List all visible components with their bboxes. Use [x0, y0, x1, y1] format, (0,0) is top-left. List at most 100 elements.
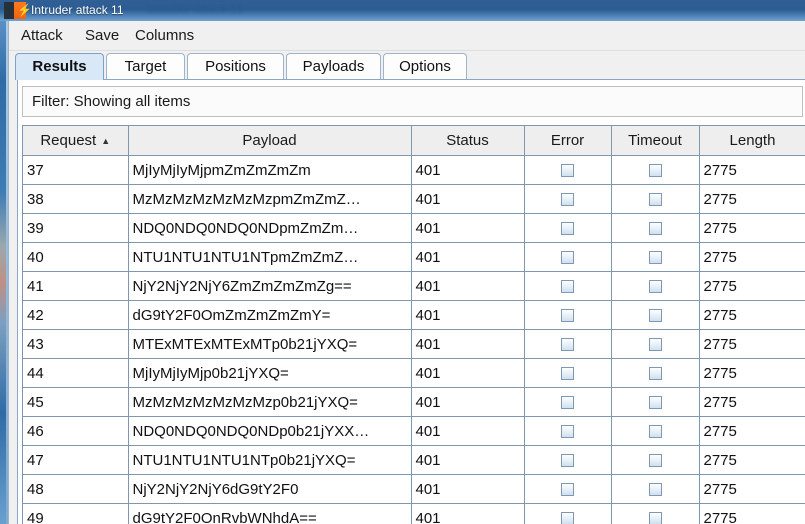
cell-timeout-44[interactable]	[611, 358, 700, 388]
timeout-checkbox[interactable]	[648, 222, 662, 236]
sort-ascending-icon: ▲	[101, 136, 111, 147]
error-checkbox[interactable]	[561, 367, 574, 381]
cell-error-37[interactable]	[524, 155, 612, 185]
cell-request-43: 43	[23, 329, 129, 359]
results-table-container[interactable]: Request ▲ Payload Status Error Timeout Le…	[22, 125, 805, 524]
table-row[interactable]: 40 NTU1NTU1NTU1NTpmZmZmZ… 401 2775	[23, 242, 805, 272]
cell-error-49[interactable]	[524, 503, 612, 524]
timeout-checkbox[interactable]	[648, 193, 662, 207]
cell-error-46[interactable]	[524, 416, 612, 446]
table-row[interactable]: 38 MzMzMzMzMzMzMzpmZmZmZ… 401 2775	[23, 184, 805, 214]
cell-timeout-37[interactable]	[611, 155, 700, 185]
tab-results[interactable]: Results	[15, 53, 104, 80]
cell-timeout-45[interactable]	[611, 387, 700, 417]
cell-error-47[interactable]	[524, 445, 612, 475]
column-header-request[interactable]: Request ▲	[23, 125, 129, 156]
error-checkbox[interactable]	[561, 454, 574, 468]
cell-timeout-41[interactable]	[611, 271, 700, 301]
tab-target[interactable]: Target	[106, 53, 185, 80]
timeout-checkbox[interactable]	[648, 396, 662, 410]
table-row[interactable]: 48 NjY2NjY2NjY6dG9tY2F0 401 2775	[23, 474, 805, 504]
window-title: Intruder attack 11	[31, 3, 124, 17]
table-row[interactable]: 47 NTU1NTU1NTU1NTp0b21jYXQ= 401 2775	[23, 445, 805, 475]
cell-error-40[interactable]	[524, 242, 612, 272]
cell-error-48[interactable]	[524, 474, 612, 504]
cell-payload-47: NTU1NTU1NTU1NTp0b21jYXQ=	[128, 445, 412, 475]
tab-options[interactable]: Options	[383, 53, 467, 80]
column-header-length[interactable]: Length	[699, 125, 805, 156]
error-checkbox[interactable]	[561, 512, 574, 524]
cell-timeout-43[interactable]	[611, 329, 700, 359]
timeout-checkbox[interactable]	[648, 309, 662, 323]
cell-error-38[interactable]	[524, 184, 612, 214]
cell-error-42[interactable]	[524, 300, 612, 330]
column-header-error[interactable]: Error	[524, 125, 612, 156]
tab-payloads[interactable]: Payloads	[286, 53, 381, 80]
column-header-timeout[interactable]: Timeout	[611, 125, 700, 156]
error-checkbox[interactable]	[561, 164, 574, 178]
cell-timeout-46[interactable]	[611, 416, 700, 446]
error-checkbox[interactable]	[561, 425, 574, 439]
error-checkbox[interactable]	[561, 338, 574, 352]
table-row[interactable]: 44 MjIyMjIyMjp0b21jYXQ= 401 2775	[23, 358, 805, 388]
table-row[interactable]: 42 dG9tY2F0OmZmZmZmZmY= 401 2775	[23, 300, 805, 330]
timeout-checkbox[interactable]	[648, 512, 662, 524]
timeout-checkbox[interactable]	[648, 164, 662, 178]
error-checkbox[interactable]	[561, 396, 574, 410]
window-edge-chrome	[0, 21, 8, 524]
burp-bolt-icon: ⚡	[4, 2, 32, 19]
table-row[interactable]: 39 NDQ0NDQ0NDQ0NDpmZmZm… 401 2775	[23, 213, 805, 243]
menu-item-attack[interactable]: Attack	[17, 26, 67, 45]
cell-error-41[interactable]	[524, 271, 612, 301]
cell-payload-44: MjIyMjIyMjp0b21jYXQ=	[128, 358, 412, 388]
table-row[interactable]: 37 MjIyMjIyMjpmZmZmZmZm 401 2775	[23, 155, 805, 185]
cell-request-49: 49	[23, 503, 129, 524]
cell-payload-43: MTExMTExMTExMTp0b21jYXQ=	[128, 329, 412, 359]
cell-error-43[interactable]	[524, 329, 612, 359]
menu-bar: Attack Save Columns	[9, 21, 805, 51]
error-checkbox[interactable]	[561, 483, 574, 497]
tab-strip: Results Target Positions Payloads Option…	[9, 51, 805, 80]
cell-status-39: 401	[411, 213, 525, 243]
cell-request-42: 42	[23, 300, 129, 330]
cell-length-45: 2775	[699, 387, 805, 417]
cell-error-44[interactable]	[524, 358, 612, 388]
cell-status-46: 401	[411, 416, 525, 446]
table-row[interactable]: 49 dG9tY2F0OnRvbWNhdA== 401 2775	[23, 503, 805, 524]
timeout-checkbox[interactable]	[648, 367, 662, 381]
timeout-checkbox[interactable]	[648, 338, 662, 352]
cell-timeout-47[interactable]	[611, 445, 700, 475]
timeout-checkbox[interactable]	[648, 483, 662, 497]
timeout-checkbox[interactable]	[648, 425, 662, 439]
cell-timeout-42[interactable]	[611, 300, 700, 330]
error-checkbox[interactable]	[561, 222, 574, 236]
cell-payload-39: NDQ0NDQ0NDQ0NDpmZmZm…	[128, 213, 412, 243]
error-checkbox[interactable]	[561, 193, 574, 207]
table-row[interactable]: 46 NDQ0NDQ0NDQ0NDp0b21jYXX… 401 2775	[23, 416, 805, 446]
cell-timeout-40[interactable]	[611, 242, 700, 272]
menu-item-columns[interactable]: Columns	[131, 26, 198, 45]
filter-bar[interactable]: Filter: Showing all items	[22, 86, 803, 117]
table-row[interactable]: 41 NjY2NjY2NjY6ZmZmZmZmZg== 401 2775	[23, 271, 805, 301]
cell-request-46: 46	[23, 416, 129, 446]
timeout-checkbox[interactable]	[648, 280, 662, 294]
title-bar[interactable]: Intruder attack 11 ⚡ Intruder attack 11	[0, 0, 805, 21]
cell-error-45[interactable]	[524, 387, 612, 417]
cell-timeout-48[interactable]	[611, 474, 700, 504]
menu-item-save[interactable]: Save	[81, 26, 123, 45]
column-header-status[interactable]: Status	[411, 125, 525, 156]
timeout-checkbox[interactable]	[648, 251, 662, 265]
table-row[interactable]: 43 MTExMTExMTExMTp0b21jYXQ= 401 2775	[23, 329, 805, 359]
error-checkbox[interactable]	[561, 309, 574, 323]
cell-timeout-38[interactable]	[611, 184, 700, 214]
table-row[interactable]: 45 MzMzMzMzMzMzMzp0b21jYXQ= 401 2775	[23, 387, 805, 417]
column-header-payload[interactable]: Payload	[128, 125, 412, 156]
error-checkbox[interactable]	[561, 280, 574, 294]
cell-error-39[interactable]	[524, 213, 612, 243]
tab-positions[interactable]: Positions	[187, 53, 284, 80]
cell-timeout-49[interactable]	[611, 503, 700, 524]
timeout-checkbox[interactable]	[648, 454, 662, 468]
cell-length-48: 2775	[699, 474, 805, 504]
error-checkbox[interactable]	[561, 251, 574, 265]
cell-timeout-39[interactable]	[611, 213, 700, 243]
